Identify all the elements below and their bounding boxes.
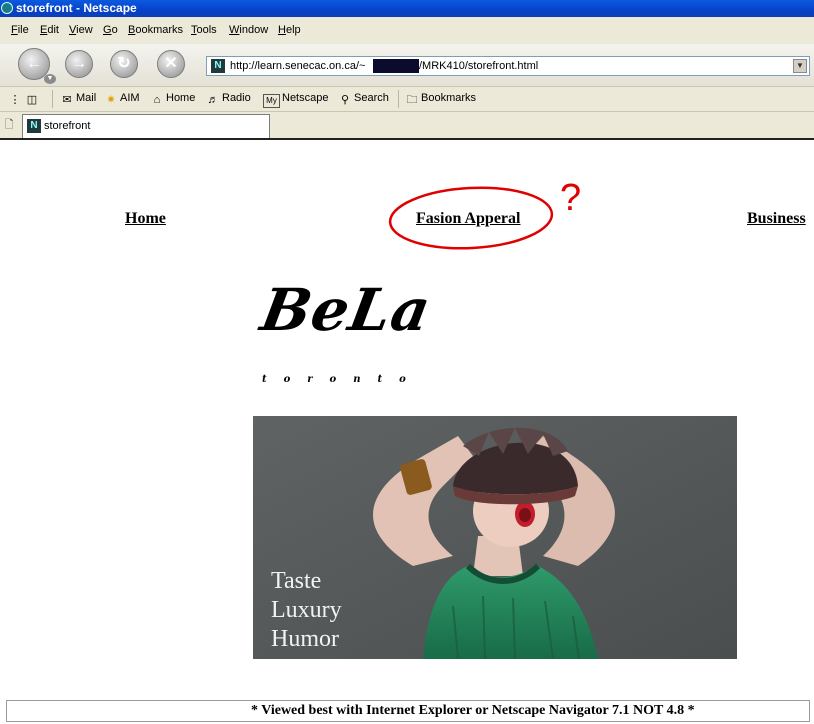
tab-storefront[interactable]: N storefront [22,114,270,138]
search-button[interactable]: ⚲ Search [338,92,389,106]
bela-logo: BeLa [256,276,437,344]
forward-arrow-icon: → [71,55,87,72]
bookmarks-button[interactable]: 🗀 Bookmarks [405,92,477,106]
tab-favicon-icon: N [27,119,41,133]
personal-toolbar: ⋮ ◫ ✉ Mail ✷ AIM ⌂ Home ♬ Radio My Netscape ⚲… [0,87,814,112]
browser-recommendation-text: * Viewed best with Internet Explorer or … [251,703,695,718]
toolbar-divider [52,90,53,108]
window-title-bar[interactable]: storefront - Netscape [0,0,814,17]
back-history-dropdown[interactable]: ▼ [44,74,56,84]
stop-button[interactable]: ✕ [157,50,185,78]
sidebar-icon: ◫ [26,94,38,106]
reload-button[interactable]: ↻ [110,50,138,78]
tab-label: storefront [44,120,91,132]
menu-bar: File Edit View Go Bookmarks Tools Window… [0,17,814,44]
redacted-username [373,59,419,73]
reload-icon: ↻ [117,55,131,72]
toolbar-divider [398,90,399,108]
hero-text-luxury: Luxury [271,597,342,623]
menu-window[interactable]: Window [229,24,268,36]
nav-link-business[interactable]: Business [747,210,806,228]
sidebar-toggle[interactable]: ◫ [25,92,41,106]
radio-button[interactable]: ♬ Radio [206,92,251,106]
radio-headphones-icon: ♬ [207,94,219,106]
menu-file[interactable]: File [11,24,29,36]
site-favicon-icon: N [211,59,225,73]
forward-button[interactable]: → [65,50,93,78]
navigation-toolbar: ← ▼ → ↻ ✕ N http://learn.senecac.on.ca/~… [0,44,814,87]
url-prefix: http://learn.senecac.on.ca/~ [230,60,366,72]
url-suffix: /MRK410/storefront.html [419,60,539,72]
back-arrow-icon: ← [26,55,42,72]
bela-tagline: toronto [262,374,423,385]
hero-fashion-image: Taste Luxury Humor [253,416,737,659]
window-title: storefront - Netscape [16,1,137,15]
menu-view[interactable]: View [69,24,93,36]
mail-button[interactable]: ✉ Mail [60,92,96,106]
nav-link-fashion-apparel[interactable]: Fasion Apperal [416,210,520,228]
new-tab-icon[interactable]: 🗋 [2,118,16,132]
search-magnifier-icon: ⚲ [340,94,350,106]
aim-running-man-icon: ✷ [106,94,116,106]
hero-text-taste: Taste [271,568,322,594]
home-house-icon: ⌂ [153,94,161,106]
menu-edit[interactable]: Edit [40,24,59,36]
menu-bookmarks[interactable]: Bookmarks [128,24,183,36]
stop-x-icon: ✕ [164,55,178,72]
menu-go[interactable]: Go [103,24,118,36]
my-netscape-icon: My [263,94,280,108]
my-netscape-button[interactable]: My Netscape [263,92,328,108]
nav-link-home[interactable]: Home [125,210,166,228]
annotation-question-mark: ? [560,177,581,219]
toolbar-grippy[interactable]: ⋮ [8,92,24,106]
mail-envelope-icon: ✉ [62,94,72,106]
netscape-icon [1,2,13,14]
menu-help[interactable]: Help [278,24,301,36]
address-bar[interactable]: N http://learn.senecac.on.ca/~ /MRK410/s… [206,56,810,76]
menu-tools[interactable]: Tools [191,24,217,36]
aim-button[interactable]: ✷ AIM [104,92,139,106]
tab-bar: 🗋 N storefront [0,112,814,140]
home-button[interactable]: ⌂ Home [150,92,196,106]
bookmarks-folder-icon: 🗀 [406,94,418,106]
footer-notice-box: * Viewed best with Internet Explorer or … [6,700,810,722]
hero-text-humor: Humor [271,626,339,652]
url-history-dropdown-icon[interactable]: ▼ [793,59,807,73]
grippy-icon: ⋮ [9,94,21,106]
